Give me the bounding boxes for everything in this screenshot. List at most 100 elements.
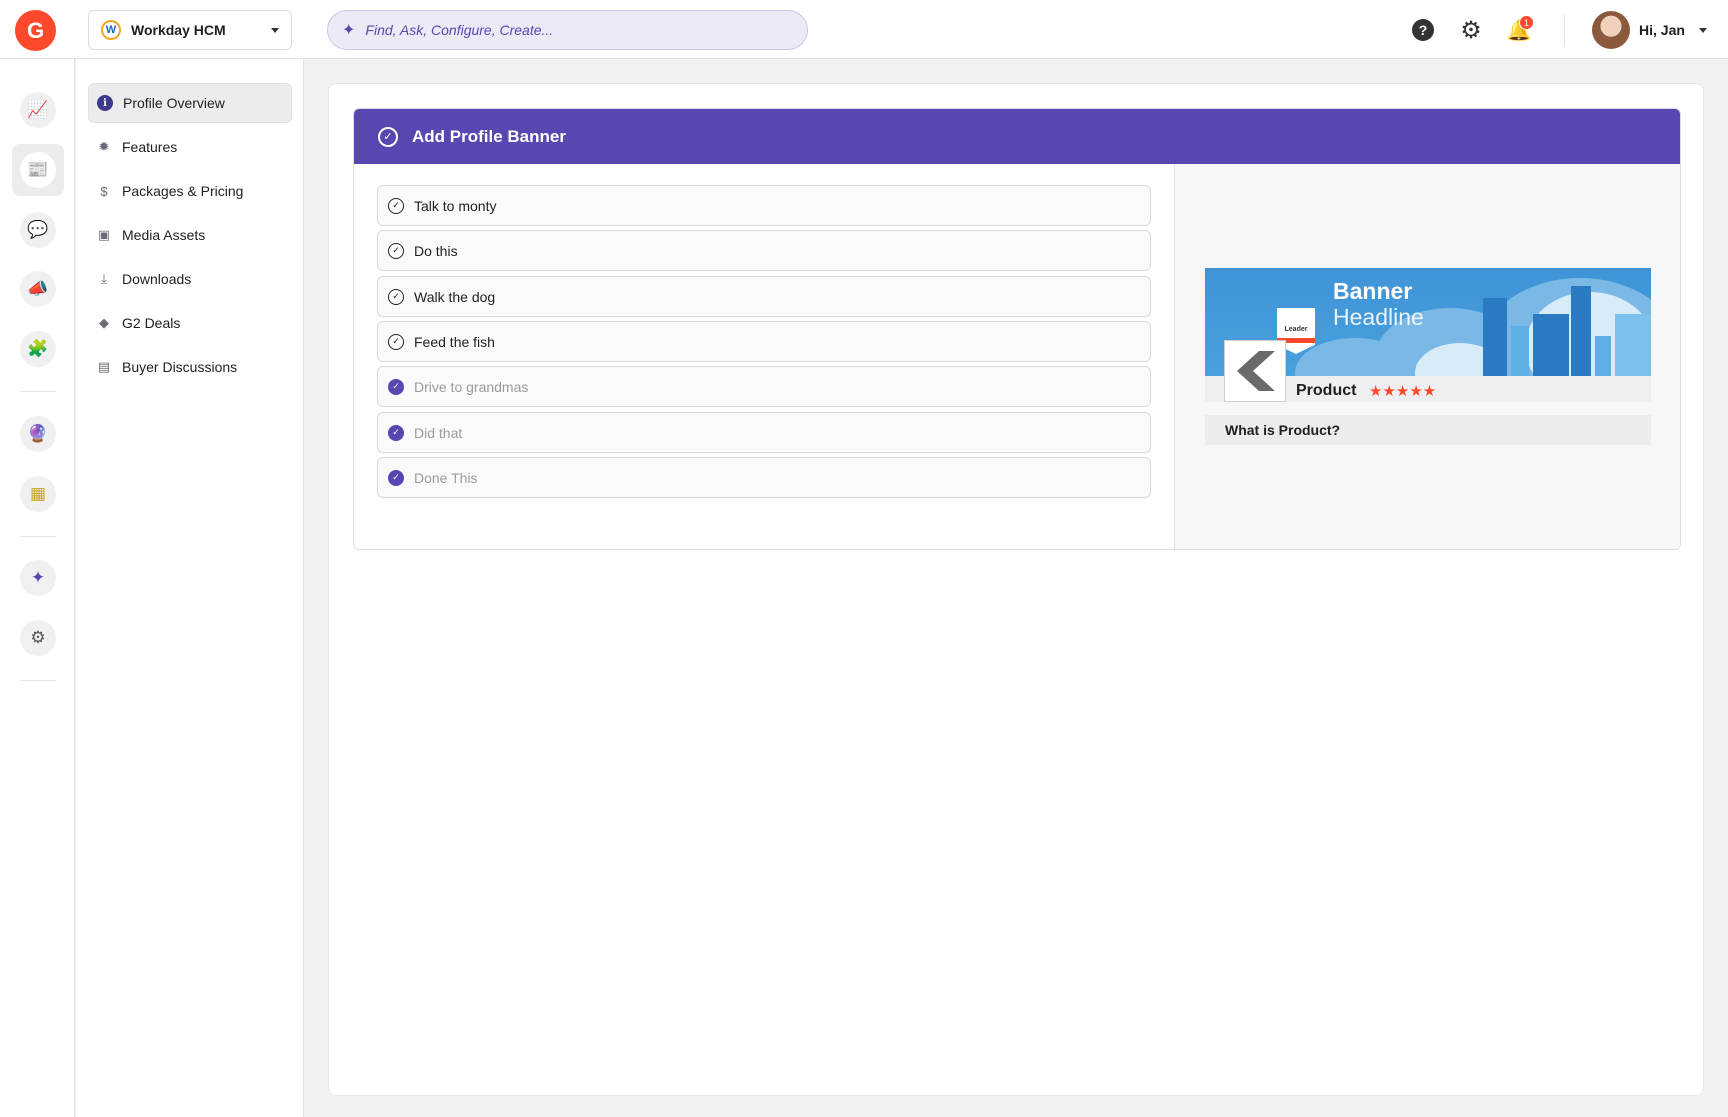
task-label: Walk the dog	[414, 288, 496, 305]
product-selector[interactable]: W Workday HCM	[88, 10, 292, 50]
profile-subnav: i Profile Overview ✹ Features $ Packages…	[76, 59, 304, 1117]
rail-reviews-button[interactable]: 💬	[20, 212, 56, 248]
settings-gear-icon[interactable]: ⚙	[1460, 17, 1482, 44]
product-name: Product	[1296, 382, 1357, 399]
ai-sparkle-icon: ✦	[30, 568, 46, 587]
rail-marketing-button[interactable]: 📣	[20, 271, 56, 307]
task-item[interactable]: ✓ Do this	[377, 230, 1151, 271]
rail-analytics-button[interactable]: 📈	[20, 92, 56, 128]
badge-check-icon: ✹	[98, 139, 110, 154]
rail-profile-button[interactable]: 📰	[20, 152, 56, 188]
rail-settings-button[interactable]: ⚙	[20, 620, 56, 656]
integrations-icon: 🧩	[27, 339, 49, 358]
task-label: Feed the fish	[414, 333, 495, 350]
avatar	[1592, 11, 1630, 49]
subnav-item-profile-overview[interactable]: i Profile Overview	[88, 83, 292, 123]
check-circle-icon: ✓	[388, 197, 404, 214]
marketing-icon: 📣	[27, 279, 49, 298]
product-selector-value: Workday HCM	[131, 22, 226, 38]
workday-logo-icon: W	[101, 20, 121, 40]
download-icon: ⤓	[101, 271, 107, 286]
subnav-item-label: Buyer Discussions	[122, 359, 238, 375]
task-item[interactable]: ✓ Talk to monty	[377, 185, 1151, 226]
check-circle-icon: ✓	[378, 126, 398, 147]
task-label: Did that	[414, 424, 463, 441]
user-greeting: Hi, Jan	[1639, 22, 1685, 38]
task-item-completed[interactable]: ✓ Drive to grandmas	[377, 366, 1151, 407]
rail-ai-button[interactable]: ✦	[20, 560, 56, 596]
task-label: Drive to grandmas	[414, 378, 529, 395]
rail-divider	[20, 680, 56, 681]
search-bar[interactable]: ✦	[327, 10, 808, 50]
subnav-item-label: Packages & Pricing	[122, 183, 244, 199]
chevron-down-icon	[271, 27, 279, 33]
settings-sliders-icon: ⚙	[30, 628, 46, 647]
media-images-icon: ▣	[97, 227, 111, 242]
reviews-icon: 💬	[27, 220, 49, 239]
profile-icon: 📰	[27, 160, 49, 179]
banner-title: Banner	[1333, 278, 1413, 304]
sparkle-icon: ✦	[342, 22, 356, 39]
banner-building	[1483, 298, 1507, 376]
insights-icon: 🔮	[27, 424, 49, 443]
check-circle-filled-icon: ✓	[388, 424, 404, 441]
rail-divider	[20, 536, 56, 537]
check-circle-filled-icon: ✓	[388, 469, 404, 486]
chevron-down-icon	[1698, 27, 1707, 33]
task-item[interactable]: ✓ Feed the fish	[377, 321, 1151, 362]
task-list: ✓ Talk to monty ✓ Do this ✓ Walk the dog…	[354, 164, 1174, 549]
task-label: Talk to monty	[414, 197, 497, 214]
chevron-left-logo-icon	[1237, 351, 1275, 391]
subnav-item-media-assets[interactable]: ▣ Media Assets	[88, 215, 292, 255]
rating-stars-icon: ★★★★★	[1369, 383, 1437, 400]
rail-grid-button[interactable]: ▦	[20, 476, 56, 512]
banner-subtitle: Headline	[1333, 304, 1424, 330]
grid-icon: ▦	[29, 484, 47, 503]
check-circle-filled-icon: ✓	[388, 378, 404, 395]
task-label: Done This	[414, 469, 478, 486]
subnav-item-label: Downloads	[122, 271, 192, 287]
subnav-item-label: G2 Deals	[122, 315, 181, 331]
banner-building	[1533, 314, 1569, 376]
banner-preview-area: Leader Banner Headline Product ★★★★★ Wha…	[1174, 164, 1680, 549]
user-menu[interactable]: Hi, Jan	[1592, 11, 1707, 49]
discussion-bubbles-icon: ▤	[97, 359, 111, 374]
subnav-item-packages-pricing[interactable]: $ Packages & Pricing	[88, 171, 292, 211]
task-item-completed[interactable]: ✓ Done This	[377, 457, 1151, 498]
rail-integrations-button[interactable]: 🧩	[20, 331, 56, 367]
subnav-item-downloads[interactable]: ⤓ Downloads	[88, 259, 292, 299]
info-icon: i	[97, 95, 113, 111]
pricing-document-icon: $	[100, 183, 108, 199]
tag-icon: ◆	[99, 315, 109, 330]
panel-header[interactable]: ✓ Add Profile Banner	[354, 109, 1680, 164]
subnav-item-label: Media Assets	[122, 227, 206, 243]
task-item[interactable]: ✓ Walk the dog	[377, 276, 1151, 317]
task-item-completed[interactable]: ✓ Did that	[377, 412, 1151, 453]
add-profile-banner-panel: ✓ Add Profile Banner ✓ Talk to monty ✓ D…	[353, 108, 1681, 550]
rail-insights-button[interactable]: 🔮	[20, 416, 56, 452]
help-icon[interactable]: ?	[1412, 19, 1434, 41]
main-content-card: ✓ Add Profile Banner ✓ Talk to monty ✓ D…	[328, 83, 1704, 1096]
subnav-item-g2-deals[interactable]: ◆ G2 Deals	[88, 303, 292, 343]
rail-divider	[20, 391, 56, 392]
g2-logo[interactable]: G	[15, 10, 56, 51]
banner-building	[1615, 314, 1651, 376]
product-logo	[1224, 340, 1286, 402]
badge-text: Leader	[1284, 326, 1308, 333]
banner-building	[1571, 286, 1591, 376]
panel-title: Add Profile Banner	[412, 126, 566, 146]
search-input[interactable]	[365, 22, 766, 38]
subnav-item-label: Profile Overview	[123, 95, 225, 111]
check-circle-icon: ✓	[388, 242, 404, 259]
task-label: Do this	[414, 242, 458, 259]
what-is-product-text: What is Product?	[1225, 422, 1341, 438]
analytics-icon: 📈	[27, 100, 49, 119]
header-divider	[1564, 14, 1565, 46]
top-bar: G W Workday HCM ✦ ? ⚙ 🔔 1 Hi, Jan	[0, 0, 1728, 59]
subnav-item-label: Features	[122, 139, 178, 155]
check-circle-icon: ✓	[388, 333, 404, 350]
icon-rail: 📈 📰 💬 📣 🧩 🔮 ▦ ✦ ⚙	[0, 59, 75, 1117]
subnav-item-features[interactable]: ✹ Features	[88, 127, 292, 167]
subnav-item-buyer-discussions[interactable]: ▤ Buyer Discussions	[88, 347, 292, 387]
banner-building	[1511, 326, 1529, 376]
